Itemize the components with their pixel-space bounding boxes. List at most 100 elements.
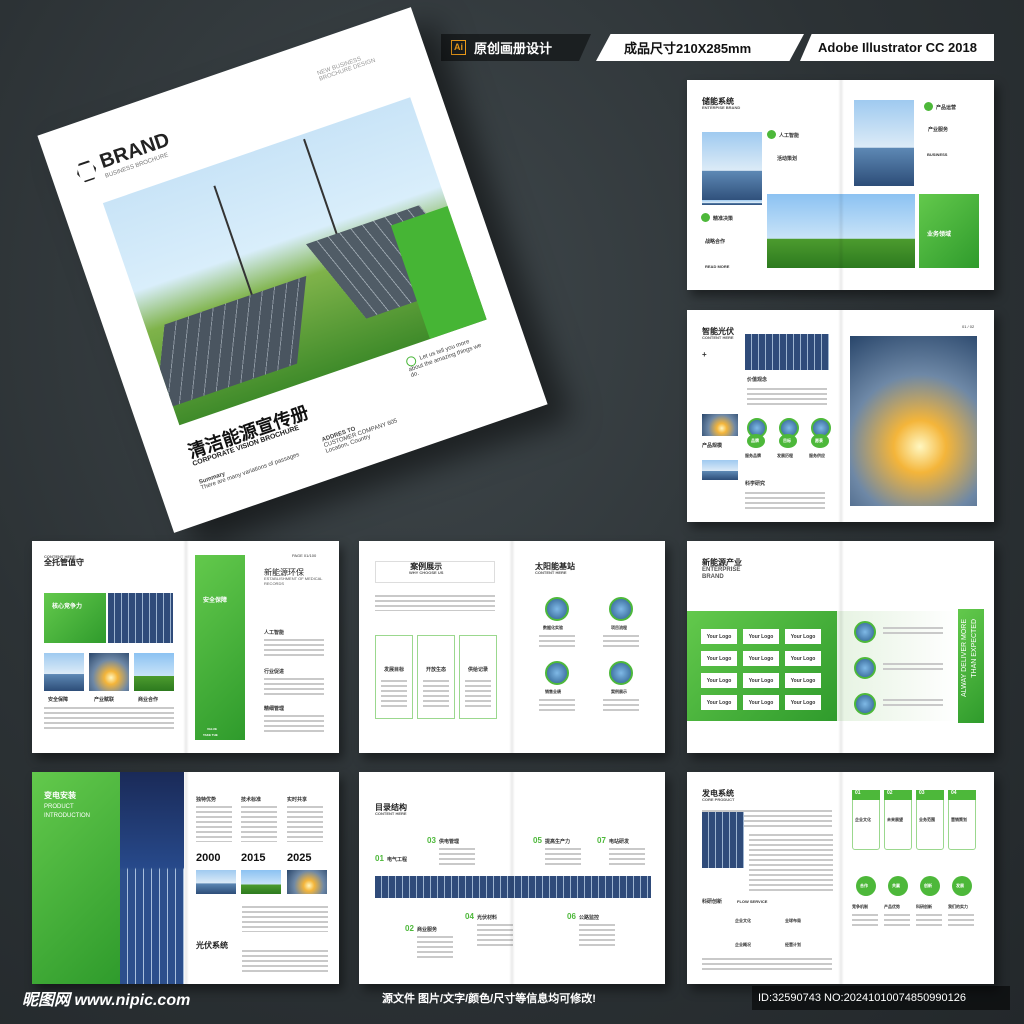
circle-caption: 产品优势 <box>884 904 900 909</box>
card-label: 供给记录 <box>468 667 489 673</box>
text-lines <box>745 492 825 510</box>
label: 科研创新 <box>702 899 723 905</box>
item-number: 04 <box>465 912 474 921</box>
dot-icon <box>701 213 710 222</box>
vertical-band: ALWAY DELIVER MORE THAN EXPECTED <box>958 609 984 723</box>
text-lines <box>539 635 575 647</box>
text-lines <box>747 388 827 406</box>
title-sub: ENTERPISE BRAND <box>702 105 741 111</box>
column-label: TAKE THE <box>203 733 218 737</box>
pylon-sunset-photo <box>850 336 977 506</box>
label: 实时共享 <box>287 797 308 803</box>
label: 产业赋联 <box>94 697 115 703</box>
badge-label: 愿景 <box>815 438 823 443</box>
label: 数据化实验 <box>543 625 563 630</box>
spread-title: 案例展示 WHY CHOOSE US <box>409 562 444 576</box>
text-lines <box>603 699 639 711</box>
column-label: 安全保障 <box>203 598 228 604</box>
page-number: 01 / 02 <box>962 324 975 329</box>
solar-photo <box>108 593 173 643</box>
logo-placeholder: Your Logo <box>701 651 737 666</box>
logo-placeholder: Your Logo <box>785 651 821 666</box>
text-lines <box>264 715 324 733</box>
text-lines <box>242 906 328 932</box>
text-lines <box>417 936 453 960</box>
tag-text: 原创画册设计 <box>474 41 553 56</box>
card-label: 核心竞争力 <box>52 604 83 610</box>
label: 战略合作 <box>705 239 726 245</box>
spread-title: 目录结构 CONTENT HERE <box>375 803 407 817</box>
title-sub: ENTERPRISE <box>702 567 741 574</box>
wind-photo <box>767 194 915 268</box>
text-lines <box>241 806 277 842</box>
text-lines <box>264 678 324 696</box>
text-lines <box>381 680 407 710</box>
text-lines <box>423 680 449 710</box>
logo-placeholder: Your Logo <box>743 629 779 644</box>
dot-icon <box>924 102 933 111</box>
step-number: 01 <box>852 790 880 800</box>
label: 商业合作 <box>138 697 159 703</box>
label: 案例展示 <box>611 689 627 694</box>
solar-photo <box>702 132 762 202</box>
year: 2025 <box>287 852 312 864</box>
spread-title: 新能源产业 ENTERPRISE BRAND <box>702 558 742 580</box>
text-lines <box>579 924 615 948</box>
label: 企业文化 <box>735 918 751 923</box>
text-lines <box>852 914 878 928</box>
right-title: 新能源环保 ESTABLISHMENT OF MEDICAL RECORDS <box>264 568 339 586</box>
text-lines <box>477 924 513 948</box>
text-lines <box>609 848 645 866</box>
circle-label: 共赢 <box>892 883 900 888</box>
spread-substation: 变电安装 PRODUCT INTRODUCTION 独特优势 技术标准 实时共享… <box>32 772 339 984</box>
editable-note: 源文件 图片/文字/颜色/尺寸等信息均可修改! <box>382 993 596 1005</box>
label: 销售业绩 <box>545 689 561 694</box>
label: 活动策划 <box>777 156 798 162</box>
text-lines <box>884 914 910 928</box>
green-column: 安全保障 VALUE TAKE THE <box>195 555 245 740</box>
step-card: 01 企业文化 <box>852 790 880 850</box>
label: 发展历程 <box>777 453 793 458</box>
text-lines <box>375 595 495 611</box>
label: 全球布局 <box>785 918 801 923</box>
title-sub: CONTENT HERE <box>702 335 734 341</box>
card-label: 发展目标 <box>384 667 405 673</box>
step-number: 04 <box>948 790 976 800</box>
sun-photo <box>702 414 738 436</box>
label: 安全保障 <box>48 697 69 703</box>
handshake-photo <box>89 653 129 691</box>
right-title: 太阳能基站 CONTENT HERE <box>535 562 575 576</box>
title-text: 新能源产业 <box>702 558 742 567</box>
step-label: 营销策划 <box>951 817 967 822</box>
illustrator-icon: Ai <box>451 40 466 55</box>
label: 产业服务 <box>928 127 949 133</box>
worker-photo <box>854 100 914 186</box>
title-sub: WHY CHOOSE US <box>409 570 444 576</box>
item-title: 提高生产力 <box>545 839 571 845</box>
bottom-title: 光伏系统 <box>196 941 228 950</box>
title-text: 全托管值守 <box>44 558 84 568</box>
tower-photo <box>44 653 84 691</box>
text-lines <box>44 707 174 729</box>
label: 价值观念 <box>747 377 768 383</box>
label: 经营计划 <box>785 942 801 947</box>
label: 精细管理 <box>264 706 285 712</box>
text-lines <box>545 848 581 866</box>
circle-label: 发展 <box>956 883 964 888</box>
spread-contents: 目录结构 CONTENT HERE 01 电气工程 03 供电管理 05 提高生产… <box>359 772 665 984</box>
solar-tall-photo <box>120 772 184 984</box>
green-card: 核心竞争力 <box>44 593 106 643</box>
spread-pv: 智能光伏 CONTENT HERE + 价值观念 产品规模 科学研究 品牌 目标 … <box>687 310 994 522</box>
item-number: 01 <box>375 854 384 863</box>
text-lines <box>749 834 833 894</box>
spread-hosting: CONTENT HERE 全托管值守 核心竞争力 安全保障 产业赋联 商业合作 安… <box>32 541 339 753</box>
item-title: 供电管理 <box>439 839 460 845</box>
brand-logo: BRAND BUSINESS BROCHURE <box>72 129 174 188</box>
green-card: 业务领域 <box>919 194 979 268</box>
solar-photo <box>702 812 744 868</box>
text-lines <box>264 639 324 657</box>
logo-placeholder: Your Logo <box>785 695 821 710</box>
title-sub: CONTENT HERE <box>375 811 407 817</box>
photo <box>196 870 236 894</box>
plant-photo <box>702 460 738 480</box>
